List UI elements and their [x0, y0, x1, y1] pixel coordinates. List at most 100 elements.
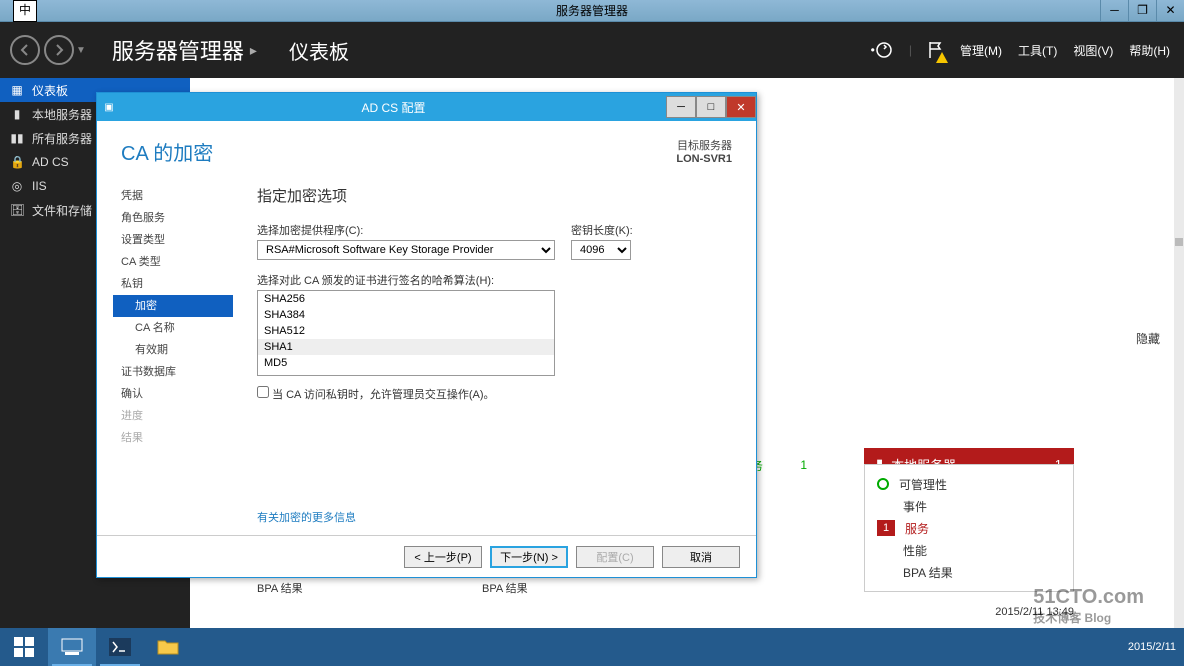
- tile-row-services[interactable]: 1 服务: [865, 517, 1073, 539]
- adcs-icon: 🔒: [10, 155, 24, 169]
- dialog-title: AD CS 配置: [121, 99, 666, 116]
- step-cert-db[interactable]: 证书数据库: [113, 361, 233, 383]
- row-label: 可管理性: [899, 476, 947, 493]
- taskbar-powershell[interactable]: [96, 628, 144, 666]
- minimize-button[interactable]: ─: [1100, 0, 1128, 22]
- keylength-label: 密钥长度(K):: [571, 222, 633, 238]
- tray-date: 2015/2/11: [1128, 641, 1176, 653]
- menu-manage[interactable]: 管理(M): [960, 42, 1002, 59]
- menu-tools[interactable]: 工具(T): [1018, 42, 1057, 59]
- nav-dropdown-icon[interactable]: ▼: [76, 45, 86, 56]
- server-manager-icon: [61, 638, 83, 656]
- taskbar-explorer[interactable]: [144, 628, 192, 666]
- dialog-maximize-button[interactable]: □: [696, 96, 726, 118]
- screenshot-timestamp: 2015/2/11 13:49: [995, 606, 1074, 618]
- hash-option-sha256[interactable]: SHA256: [258, 291, 554, 307]
- hash-option-sha1[interactable]: SHA1: [258, 339, 554, 355]
- cancel-button[interactable]: 取消: [662, 546, 740, 568]
- status-ok-icon: [877, 478, 889, 490]
- dialog-close-button[interactable]: ✕: [726, 96, 756, 118]
- tile-row-events[interactable]: 事件: [865, 495, 1073, 517]
- sidebar-label: AD CS: [32, 155, 69, 169]
- breadcrumb-root[interactable]: 服务器管理器: [112, 34, 244, 66]
- dialog-icon: ▣: [97, 102, 121, 113]
- hash-option-sha384[interactable]: SHA384: [258, 307, 554, 323]
- allow-interact-label: 当 CA 访问私钥时，允许管理员交互操作(A)。: [272, 389, 494, 401]
- bpa-result-label-1: BPA 结果: [257, 580, 303, 596]
- step-result: 结果: [113, 427, 233, 449]
- hide-link[interactable]: 隐藏: [1136, 330, 1160, 347]
- step-role-services[interactable]: 角色服务: [113, 207, 233, 229]
- row-label: 事件: [903, 498, 927, 515]
- hash-option-md5[interactable]: MD5: [258, 355, 554, 371]
- provider-select[interactable]: RSA#Microsoft Software Key Storage Provi…: [257, 240, 555, 260]
- servers-icon: ▮▮: [10, 131, 24, 145]
- adcs-config-dialog: ▣ AD CS 配置 ─ □ ✕ CA 的加密 目标服务器 LON-SVR1 凭…: [96, 92, 757, 578]
- row-label: BPA 结果: [903, 564, 953, 581]
- taskbar-server-manager[interactable]: [48, 628, 96, 666]
- folder-icon: [157, 638, 179, 656]
- step-progress: 进度: [113, 405, 233, 427]
- target-server-label: 目标服务器: [676, 137, 732, 153]
- bpa-result-label-2: BPA 结果: [482, 580, 528, 596]
- breadcrumb-separator-icon: ▸: [250, 42, 257, 59]
- arrow-right-icon: [53, 44, 65, 56]
- warning-badge-icon: [936, 52, 948, 63]
- keylength-select[interactable]: 4096: [571, 240, 631, 260]
- row-label: 服务: [905, 520, 929, 537]
- main-scrollbar[interactable]: [1174, 78, 1184, 628]
- step-confirm[interactable]: 确认: [113, 383, 233, 405]
- step-credentials[interactable]: 凭据: [113, 185, 233, 207]
- windows-icon: [14, 637, 34, 657]
- ime-indicator[interactable]: 中: [13, 0, 37, 22]
- breadcrumb-current: 仪表板: [289, 36, 349, 65]
- dialog-footer: < 上一步(P) 下一步(N) > 配置(C) 取消: [97, 535, 756, 577]
- scrollbar-thumb[interactable]: [1175, 238, 1183, 246]
- menu-view[interactable]: 视图(V): [1073, 42, 1113, 59]
- step-ca-name[interactable]: CA 名称: [113, 317, 233, 339]
- section-title: 指定加密选项: [257, 185, 736, 206]
- dialog-minimize-button[interactable]: ─: [666, 96, 696, 118]
- refresh-dropdown[interactable]: •: [871, 41, 893, 59]
- start-button[interactable]: [0, 628, 48, 666]
- dialog-titlebar[interactable]: ▣ AD CS 配置 ─ □ ✕: [97, 93, 756, 121]
- nav-back-button[interactable]: [10, 35, 40, 65]
- hash-algorithm-list[interactable]: SHA256 SHA384 SHA512 SHA1 MD5: [257, 290, 555, 376]
- dashboard-icon: ▦: [10, 83, 24, 97]
- window-titlebar: 服务器管理器 ─ ❐ ✕: [0, 0, 1184, 22]
- notifications-button[interactable]: [928, 41, 944, 59]
- configure-button: 配置(C): [576, 546, 654, 568]
- close-button[interactable]: ✕: [1156, 0, 1184, 22]
- more-info-link[interactable]: 有关加密的更多信息: [257, 509, 356, 525]
- step-cryptography[interactable]: 加密: [113, 295, 233, 317]
- prev-button[interactable]: < 上一步(P): [404, 546, 482, 568]
- tile-row-performance[interactable]: 性能: [865, 539, 1073, 561]
- menu-help[interactable]: 帮助(H): [1129, 42, 1170, 59]
- server-icon: ▮: [10, 107, 24, 121]
- step-ca-type[interactable]: CA 类型: [113, 251, 233, 273]
- app-header: ▼ 服务器管理器 ▸ 仪表板 • | 管理(M) 工具(T) 视图(V) 帮助(…: [0, 22, 1184, 78]
- arrow-left-icon: [19, 44, 31, 56]
- dialog-heading: CA 的加密: [121, 137, 213, 166]
- nav-forward-button[interactable]: [44, 35, 74, 65]
- error-badge: 1: [877, 520, 895, 536]
- sidebar-label: 所有服务器: [32, 130, 92, 147]
- hash-label: 选择对此 CA 颁发的证书进行签名的哈希算法(H):: [257, 272, 736, 288]
- taskbar: 2015/2/11: [0, 628, 1184, 666]
- sidebar-label: IIS: [32, 179, 47, 193]
- header-separator: |: [909, 43, 912, 57]
- next-button[interactable]: 下一步(N) >: [490, 546, 568, 568]
- maximize-button[interactable]: ❐: [1128, 0, 1156, 22]
- allow-interact-checkbox[interactable]: [257, 386, 269, 398]
- system-tray[interactable]: 2015/2/11: [1128, 628, 1184, 666]
- iis-icon: ◎: [10, 179, 24, 193]
- tile-row-manageability[interactable]: 可管理性: [865, 473, 1073, 495]
- tile-row-bpa[interactable]: BPA 结果: [865, 561, 1073, 583]
- hash-option-sha512[interactable]: SHA512: [258, 323, 554, 339]
- step-setup-type[interactable]: 设置类型: [113, 229, 233, 251]
- step-validity[interactable]: 有效期: [113, 339, 233, 361]
- row-label: 性能: [903, 542, 927, 559]
- tile-local-server-body: 可管理性 事件 1 服务 性能 BPA 结果: [864, 464, 1074, 592]
- allow-interact-checkbox-row[interactable]: 当 CA 访问私钥时，允许管理员交互操作(A)。: [257, 386, 736, 402]
- step-private-key[interactable]: 私钥: [113, 273, 233, 295]
